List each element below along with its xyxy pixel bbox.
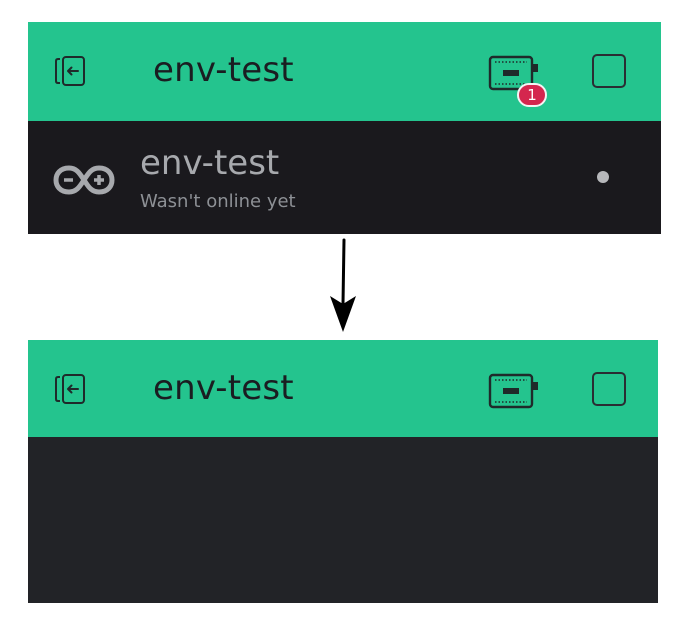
down-arrow-icon	[326, 238, 360, 334]
exit-project-icon[interactable]	[54, 373, 86, 405]
exit-project-icon[interactable]	[54, 55, 86, 87]
dashboard-canvas[interactable]	[28, 437, 658, 603]
device-name: env-test	[140, 143, 280, 183]
app-header: env-test	[28, 340, 658, 437]
notification-badge: 1	[517, 83, 547, 107]
app-screen-after: env-test	[28, 340, 658, 603]
device-status: Wasn't online yet	[140, 191, 296, 212]
project-title: env-test	[153, 50, 294, 90]
device-board-icon[interactable]	[488, 373, 540, 409]
square-outline-icon[interactable]	[592, 54, 626, 88]
app-screen-before: env-test 1 env-test Wasn't online yet	[28, 22, 661, 234]
arduino-infinity-icon	[53, 164, 115, 196]
app-header: env-test 1	[28, 22, 661, 121]
square-outline-icon[interactable]	[592, 372, 626, 406]
project-title: env-test	[153, 368, 294, 408]
offline-status-dot	[597, 171, 609, 183]
device-list-item[interactable]: env-test Wasn't online yet	[28, 121, 661, 234]
